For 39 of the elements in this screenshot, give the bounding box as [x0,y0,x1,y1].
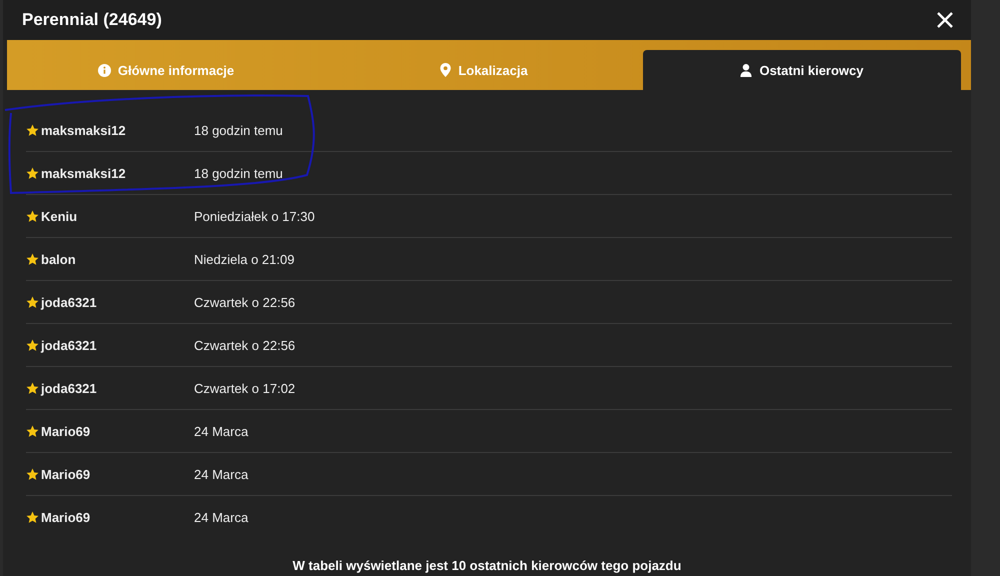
footer-note: W tabeli wyświetlane jest 10 ostatnich kierowców tego pojazdu [292,558,682,573]
driver-name: balon [41,252,76,266]
star-icon [26,124,39,136]
star-icon [26,468,39,480]
driver-name: maksmaksi12 [41,122,126,138]
driver-time: 18 godzin temu [194,166,283,180]
user-icon [740,64,752,76]
driver-name: joda6321 [41,380,97,396]
driver-name: Mario69 [41,424,90,438]
driver-time: Poniedziałek o 17:30 [194,208,315,224]
star-icon [26,510,39,524]
driver-name: Mario69 [41,510,90,524]
window-title: Perennial (24649) [22,10,162,30]
driver-time: 24 Marca [194,424,248,438]
driver-name: Mario69 [41,466,90,482]
driver-time: 18 godzin temu [194,122,283,138]
star-icon [26,296,39,308]
tab[interactable]: Lokalizacja [325,50,643,90]
location-pin-icon [440,63,452,77]
star-icon [26,382,39,394]
close-icon[interactable] [935,10,955,30]
star-icon [26,252,39,266]
info-icon [98,64,111,76]
tab[interactable]: Główne informacje [7,50,325,90]
driver-time: 24 Marca [194,510,248,524]
driver-name: Keniu [41,208,78,224]
star-icon [26,424,39,438]
driver-time: Czwartek o 22:56 [194,294,296,310]
driver-time: 24 Marca [194,466,248,482]
star-icon [26,338,39,352]
star-icon [26,210,39,222]
driver-name: joda6321 [41,294,97,310]
driver-name: maksmaksi12 [41,166,126,180]
tab[interactable]: Ostatni kierowcy [643,50,961,90]
driver-time: Czwartek o 17:02 [194,380,296,396]
driver-time: Czwartek o 22:56 [194,338,296,352]
star-icon [26,166,39,180]
driver-name: joda6321 [41,338,97,352]
driver-time: Niedziela o 21:09 [194,252,294,266]
